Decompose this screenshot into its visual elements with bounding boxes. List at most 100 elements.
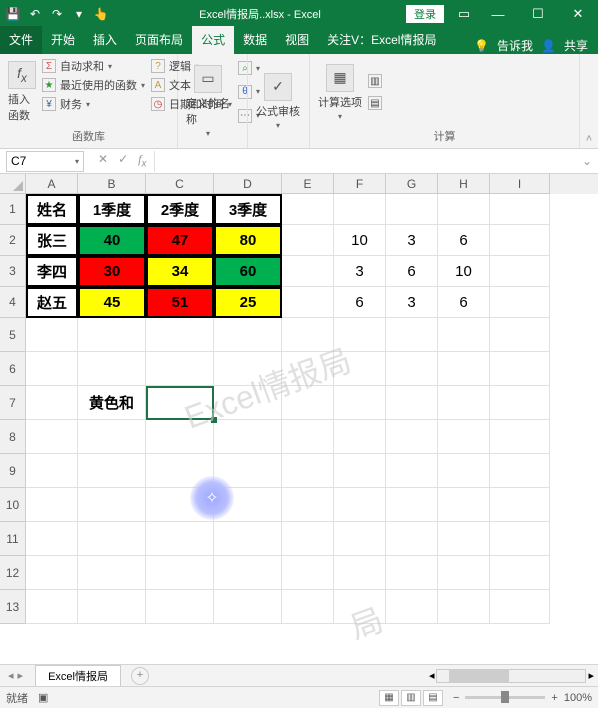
cell[interactable] [490,352,550,386]
cell[interactable] [334,522,386,556]
cell[interactable] [26,522,78,556]
view-normal-button[interactable]: ▦ [379,690,399,706]
cell[interactable]: 3季度 [214,194,282,225]
cell[interactable] [438,420,490,454]
cell[interactable] [438,522,490,556]
col-header[interactable]: D [214,174,282,194]
cell[interactable] [386,454,438,488]
cell[interactable] [386,194,438,225]
view-pagebreak-button[interactable]: ▤ [423,690,443,706]
maximize-button[interactable]: ☐ [518,0,558,28]
row-header[interactable]: 1 [0,194,26,225]
cell[interactable] [490,556,550,590]
cell[interactable] [386,420,438,454]
zoom-slider[interactable] [465,696,545,699]
cell[interactable] [386,352,438,386]
cell[interactable]: 45 [78,287,146,318]
row-header[interactable]: 4 [0,287,26,318]
cell[interactable] [490,522,550,556]
cell[interactable] [438,352,490,386]
tab-insert[interactable]: 插入 [84,26,126,54]
row-header[interactable]: 13 [0,590,26,624]
undo-icon[interactable]: ↶ [28,7,42,21]
tab-home[interactable]: 开始 [42,26,84,54]
cell[interactable]: 3 [386,287,438,318]
cell[interactable]: 6 [386,256,438,287]
cell[interactable] [26,488,78,522]
formula-audit-button[interactable]: ✓公式审核▾ [256,58,300,144]
cell[interactable] [334,194,386,225]
ribbon-options-icon[interactable]: ▭ [450,0,478,28]
cell[interactable]: 张三 [26,225,78,256]
cell[interactable] [334,454,386,488]
horizontal-scrollbar[interactable] [436,669,586,683]
cell[interactable] [438,318,490,352]
cell[interactable] [78,556,146,590]
cell[interactable]: 6 [438,225,490,256]
cell[interactable] [26,420,78,454]
tell-me[interactable]: 告诉我 [497,37,533,54]
cell[interactable] [334,488,386,522]
name-box[interactable]: C7▾ [6,151,84,172]
insert-function-button[interactable]: fx 插入函数 [8,58,36,126]
cell[interactable] [490,225,550,256]
calc-options-button[interactable]: ▦计算选项▾ [318,58,362,126]
login-button[interactable]: 登录 [406,5,444,23]
cell[interactable] [282,488,334,522]
cell[interactable] [386,522,438,556]
cell[interactable] [490,287,550,318]
row-header[interactable]: 9 [0,454,26,488]
cell[interactable] [282,256,334,287]
new-sheet-button[interactable]: + [131,667,149,685]
cell[interactable]: 姓名 [26,194,78,225]
fx-button[interactable]: fx [138,152,146,169]
cell[interactable]: 40 [78,225,146,256]
cell[interactable] [438,488,490,522]
cell[interactable] [214,522,282,556]
sheet-nav-next-icon[interactable]: ▸ [18,669,24,682]
cell[interactable] [490,256,550,287]
tab-formula[interactable]: 公式 [192,26,234,54]
cell[interactable] [282,386,334,420]
cell[interactable] [334,318,386,352]
cell[interactable] [214,420,282,454]
finance-button[interactable]: ¥财务▾ [42,96,145,112]
cell[interactable] [214,318,282,352]
cell[interactable] [438,590,490,624]
cell[interactable] [438,556,490,590]
share-button[interactable]: 共享 [564,37,588,54]
qat-more-icon[interactable]: ▾ [72,7,86,21]
touch-icon[interactable]: 👆 [94,7,108,21]
cell[interactable]: 6 [438,287,490,318]
cell[interactable] [78,488,146,522]
close-button[interactable]: ✕ [558,0,598,28]
cell[interactable]: 47 [146,225,214,256]
row-header[interactable]: 12 [0,556,26,590]
cell[interactable] [386,556,438,590]
calc-now-icon[interactable]: ▥ [368,74,382,88]
autosum-button[interactable]: Σ自动求和▾ [42,58,145,74]
row-header[interactable]: 3 [0,256,26,287]
row-header[interactable]: 6 [0,352,26,386]
col-header[interactable]: B [78,174,146,194]
cell[interactable] [78,590,146,624]
cell[interactable]: 10 [438,256,490,287]
cell[interactable] [78,420,146,454]
col-header[interactable]: I [490,174,550,194]
cell[interactable] [282,287,334,318]
cell[interactable] [490,420,550,454]
cell[interactable] [282,522,334,556]
view-pagelayout-button[interactable]: ▥ [401,690,421,706]
cell[interactable] [214,386,282,420]
cell[interactable]: 25 [214,287,282,318]
cell[interactable] [438,194,490,225]
cell[interactable] [334,386,386,420]
cell[interactable] [334,590,386,624]
cell[interactable]: 30 [78,256,146,287]
cell[interactable] [146,420,214,454]
row-header[interactable]: 7 [0,386,26,420]
cell[interactable] [214,590,282,624]
cell[interactable] [282,590,334,624]
cell[interactable]: 1季度 [78,194,146,225]
redo-icon[interactable]: ↷ [50,7,64,21]
